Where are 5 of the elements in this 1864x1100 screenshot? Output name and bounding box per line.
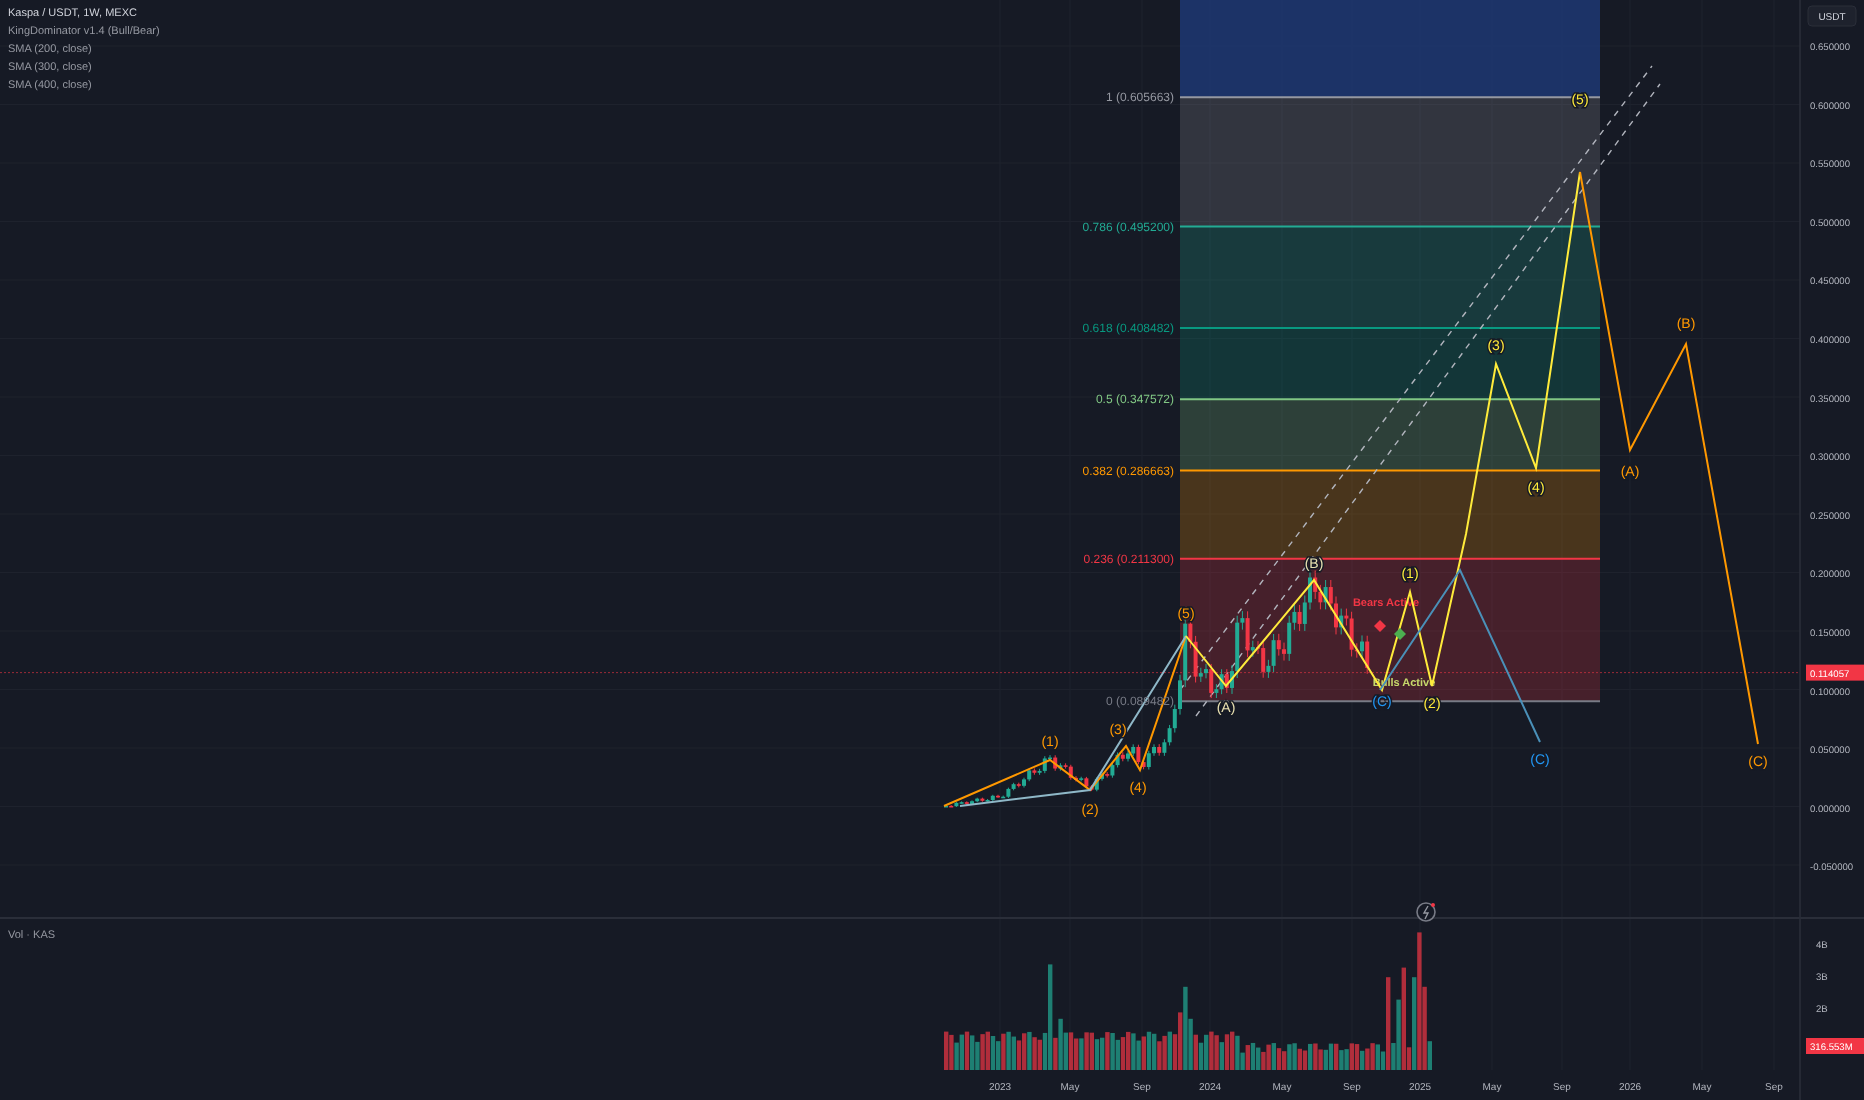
last-price-badge (1806, 664, 1864, 681)
bull-signal-icon (1394, 628, 1406, 640)
bear-signal-icon (1374, 620, 1386, 632)
last-volume-badge (1806, 1038, 1864, 1054)
lightning-icon[interactable] (1416, 902, 1436, 922)
